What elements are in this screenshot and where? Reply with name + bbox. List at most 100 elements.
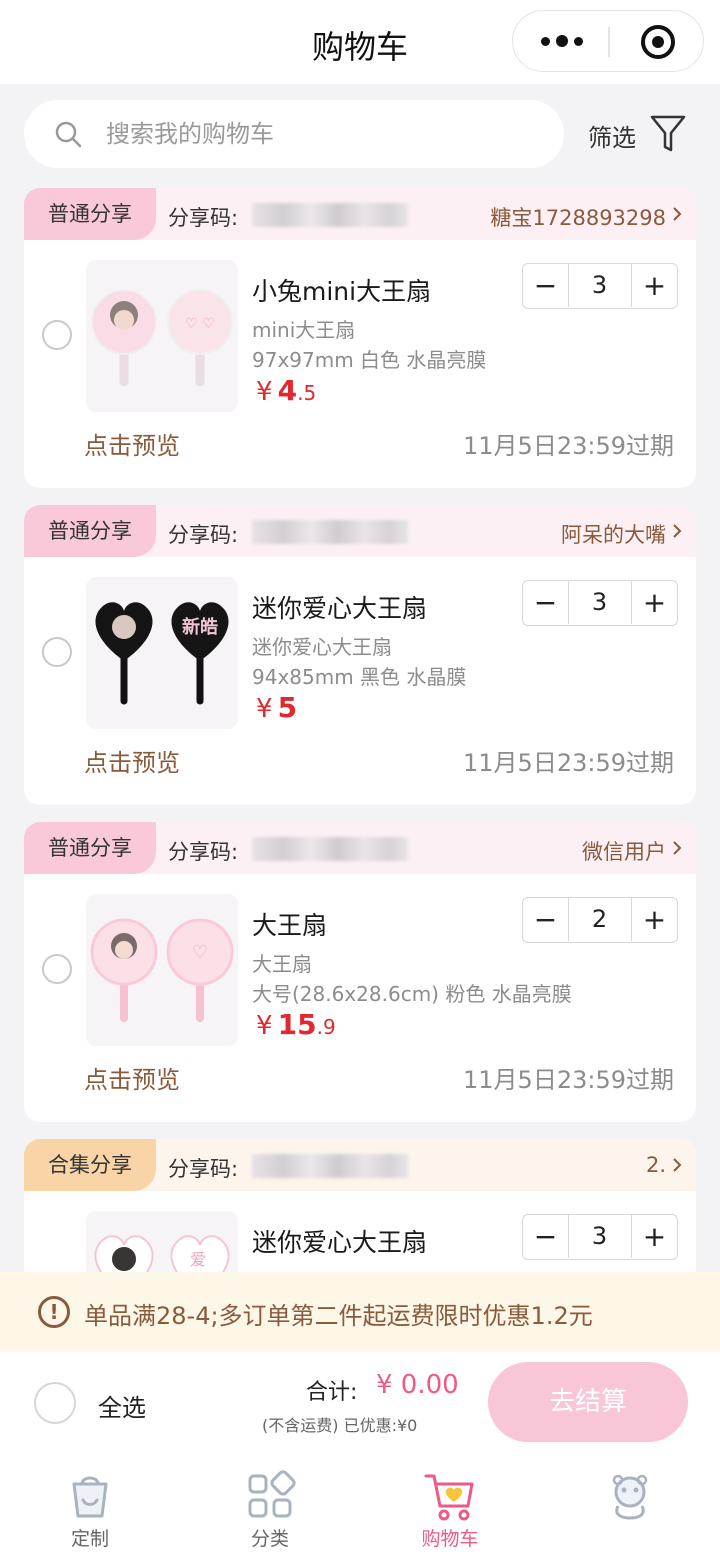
chevron-right-icon[interactable] bbox=[672, 840, 682, 856]
product-price: ¥ 5 bbox=[256, 691, 298, 724]
mini-program-capsule bbox=[512, 10, 704, 72]
share-type-badge: 合集分享 bbox=[24, 1139, 156, 1191]
decrease-button[interactable]: − bbox=[523, 264, 569, 307]
share-type-badge: 普通分享 bbox=[24, 188, 156, 240]
product-spec: mini大王扇 bbox=[252, 318, 356, 342]
product-spec: 大王扇 bbox=[252, 952, 312, 976]
quantity-value[interactable]: 3 bbox=[569, 1215, 630, 1258]
card-header: 合集分享 分享码: 2. bbox=[24, 1139, 696, 1191]
quantity-value[interactable]: 3 bbox=[569, 264, 630, 307]
custom-bag-icon bbox=[72, 1476, 108, 1518]
share-code-blurred bbox=[252, 520, 408, 544]
promo-banner: ! 单品满28-4;多订单第二件起运费限时优惠1.2元 bbox=[0, 1272, 720, 1352]
share-code-label: 分享码: bbox=[168, 840, 239, 864]
search-icon bbox=[55, 121, 82, 148]
share-code-blurred bbox=[252, 203, 408, 227]
share-type-badge: 普通分享 bbox=[24, 505, 156, 557]
tab-label: 定制 bbox=[70, 1528, 109, 1550]
product-variant: 94x85mm 黑色 水晶膜 bbox=[252, 665, 467, 689]
share-type-badge: 普通分享 bbox=[24, 822, 156, 874]
target-circle-icon[interactable] bbox=[641, 25, 675, 59]
product-variant: 97x97mm 白色 水晶亮膜 bbox=[252, 348, 487, 372]
exclamation-circle-icon: ! bbox=[38, 1296, 70, 1328]
sharer-name[interactable]: 微信用户 bbox=[582, 836, 666, 866]
product-price: ¥ 15.9 bbox=[256, 1008, 336, 1041]
share-code-blurred bbox=[252, 837, 408, 861]
promo-text: 单品满28-4;多订单第二件起运费限时优惠1.2元 bbox=[84, 1302, 593, 1330]
decrease-button[interactable]: − bbox=[523, 581, 569, 624]
sharer-name[interactable]: 糖宝1728893298 bbox=[490, 202, 666, 232]
product-price: ¥ 4.5 bbox=[256, 374, 317, 407]
svg-text:爱: 爱 bbox=[190, 1250, 206, 1269]
tab-category[interactable]: 分类 bbox=[210, 1470, 330, 1560]
share-code-label: 分享码: bbox=[168, 523, 239, 547]
filter-label: 筛选 bbox=[588, 124, 636, 152]
product-name: 迷你爱心大王扇 bbox=[252, 594, 428, 623]
svg-text:新皓: 新皓 bbox=[182, 616, 218, 638]
more-dots-icon[interactable] bbox=[541, 31, 585, 51]
preview-link[interactable]: 点击预览 bbox=[84, 426, 180, 461]
increase-button[interactable]: + bbox=[631, 898, 677, 941]
quantity-value[interactable]: 2 bbox=[569, 898, 630, 941]
chevron-right-icon[interactable] bbox=[672, 206, 682, 222]
bottom-tab-bar: 定制 分类 购物车 bbox=[0, 1452, 720, 1562]
total-note: (不含运费) 已优惠:¥0 bbox=[262, 1416, 418, 1435]
product-thumbnail[interactable]: 新皓 bbox=[86, 577, 238, 729]
sharer-name[interactable]: 2. bbox=[646, 1153, 666, 1177]
product-thumbnail[interactable]: ♡ ♡ bbox=[86, 260, 238, 412]
chevron-right-icon[interactable] bbox=[672, 1157, 682, 1173]
share-code-label: 分享码: bbox=[168, 1157, 239, 1181]
tab-custom[interactable]: 定制 bbox=[30, 1470, 150, 1560]
item-checkbox[interactable] bbox=[42, 637, 72, 667]
tab-cart[interactable]: 购物车 bbox=[390, 1470, 510, 1560]
product-spec: 迷你爱心大王扇 bbox=[252, 635, 392, 659]
shopping-cart-icon bbox=[424, 1474, 474, 1521]
card-header: 普通分享 分享码: 阿呆的大嘴 bbox=[24, 505, 696, 557]
svg-text:♡ ♡: ♡ ♡ bbox=[185, 316, 215, 332]
select-all-checkbox[interactable] bbox=[34, 1382, 76, 1424]
checkout-button[interactable]: 去结算 bbox=[488, 1362, 688, 1442]
search-bar[interactable] bbox=[24, 100, 564, 168]
category-grid-icon bbox=[248, 1470, 296, 1518]
cart-item-card: 普通分享 分享码: 糖宝1728893298 ♡ ♡ 小兔mini大王扇 min… bbox=[24, 188, 696, 488]
quantity-stepper: − 2 + bbox=[522, 897, 678, 943]
decrease-button[interactable]: − bbox=[523, 1215, 569, 1258]
expire-time: 11月5日23:59过期 bbox=[463, 749, 674, 777]
cart-item-card: 普通分享 分享码: 微信用户 ♡ 大王扇 大王扇 大号(28.6x28.6cm)… bbox=[24, 822, 696, 1122]
tab-label: 分类 bbox=[250, 1528, 289, 1550]
quantity-stepper: − 3 + bbox=[522, 263, 678, 309]
card-header: 普通分享 分享码: 糖宝1728893298 bbox=[24, 188, 696, 240]
product-variant: 大号(28.6x28.6cm) 粉色 水晶亮膜 bbox=[252, 982, 572, 1006]
share-code-blurred bbox=[252, 1154, 408, 1178]
increase-button[interactable]: + bbox=[631, 1215, 677, 1258]
quantity-stepper: − 3 + bbox=[522, 1214, 678, 1260]
quantity-stepper: − 3 + bbox=[522, 580, 678, 626]
search-input[interactable] bbox=[106, 114, 526, 154]
item-checkbox[interactable] bbox=[42, 320, 72, 350]
tab-label: 购物车 bbox=[421, 1528, 479, 1550]
total-value: ¥ 0.00 bbox=[376, 1370, 459, 1400]
product-name: 迷你爱心大王扇 bbox=[252, 1228, 428, 1257]
preview-link[interactable]: 点击预览 bbox=[84, 743, 180, 778]
chevron-right-icon[interactable] bbox=[672, 523, 682, 539]
expire-time: 11月5日23:59过期 bbox=[463, 1066, 674, 1094]
cart-item-card: 普通分享 分享码: 阿呆的大嘴 新皓 迷你爱心大王扇 迷你爱心大王扇 94x85… bbox=[24, 505, 696, 805]
preview-link[interactable]: 点击预览 bbox=[84, 1060, 180, 1095]
sharer-name[interactable]: 阿呆的大嘴 bbox=[561, 519, 666, 549]
product-name: 大王扇 bbox=[252, 911, 328, 940]
capsule-divider bbox=[608, 27, 610, 57]
increase-button[interactable]: + bbox=[631, 581, 677, 624]
tab-mascot[interactable] bbox=[570, 1470, 690, 1560]
header: 购物车 bbox=[0, 0, 720, 84]
item-checkbox[interactable] bbox=[42, 954, 72, 984]
expire-time: 11月5日23:59过期 bbox=[463, 432, 674, 460]
svg-text:♡: ♡ bbox=[192, 942, 208, 963]
quantity-value[interactable]: 3 bbox=[569, 581, 630, 624]
product-name: 小兔mini大王扇 bbox=[252, 277, 432, 306]
product-thumbnail[interactable]: ♡ bbox=[86, 894, 238, 1046]
select-all-label[interactable]: 全选 bbox=[98, 1388, 146, 1423]
increase-button[interactable]: + bbox=[631, 264, 677, 307]
decrease-button[interactable]: − bbox=[523, 898, 569, 941]
share-code-label: 分享码: bbox=[168, 206, 239, 230]
mascot-icon bbox=[612, 1474, 648, 1520]
